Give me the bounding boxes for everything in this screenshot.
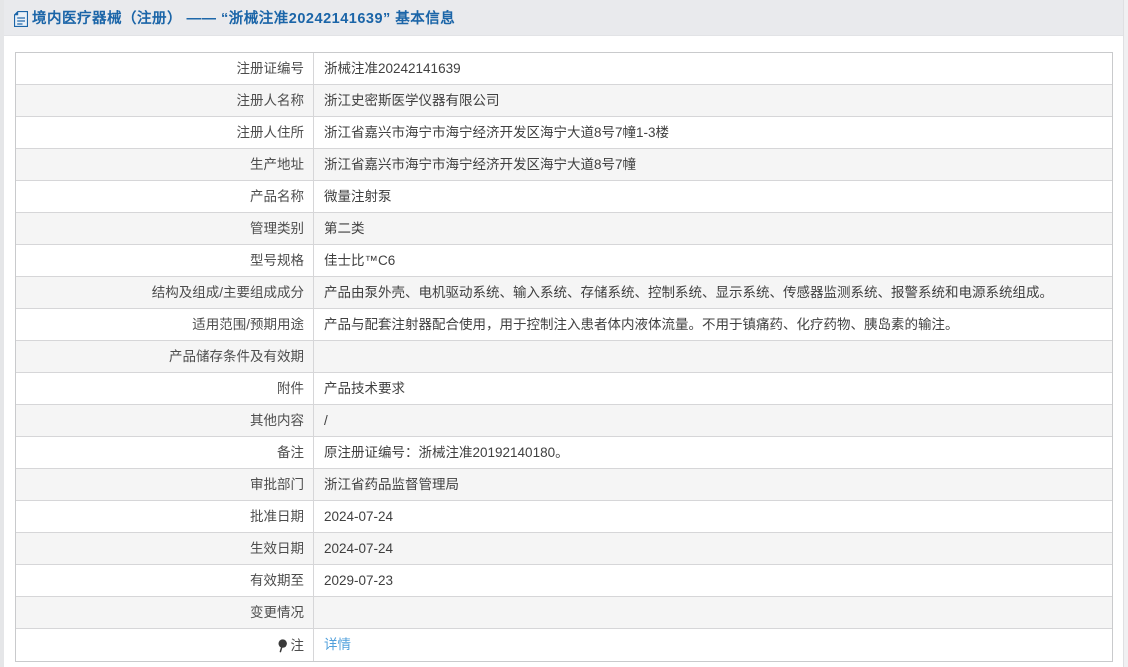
row-value: 2029-07-23 (324, 573, 394, 588)
row-label: 附件 (16, 373, 314, 404)
table-row-note: 注 详情 (16, 629, 1112, 661)
row-label: 备注 (16, 437, 314, 468)
row-label: 注 (16, 629, 314, 661)
row-label: 产品名称 (16, 181, 314, 212)
table-row-approval-date: 批准日期 2024-07-24 (16, 501, 1112, 533)
page-right-edge (1123, 0, 1128, 667)
row-value: 浙械注准20242141639 (324, 61, 461, 76)
row-label: 批准日期 (16, 501, 314, 532)
table-row-attachment: 附件 产品技术要求 (16, 373, 1112, 405)
row-label: 审批部门 (16, 469, 314, 500)
row-value (314, 341, 1112, 372)
table-row-management-class: 管理类别 第二类 (16, 213, 1112, 245)
row-value: 第二类 (324, 221, 365, 236)
table-row-reg-number: 注册证编号 浙械注准20242141639 (16, 53, 1112, 85)
row-value: 浙江史密斯医学仪器有限公司 (324, 93, 500, 108)
row-label: 型号规格 (16, 245, 314, 276)
table-row-effective-date: 生效日期 2024-07-24 (16, 533, 1112, 565)
row-label: 变更情况 (16, 597, 314, 628)
note-label: 注 (290, 637, 305, 653)
page-left-edge (0, 0, 4, 667)
row-value: / (324, 413, 328, 428)
table-row-production-address: 生产地址 浙江省嘉兴市海宁市海宁经济开发区海宁大道8号7幢 (16, 149, 1112, 181)
row-label: 注册人住所 (16, 117, 314, 148)
table-row-intended-use: 适用范围/预期用途 产品与配套注射器配合使用，用于控制注入患者体内液体流量。不用… (16, 309, 1112, 341)
row-value: 原注册证编号：浙械注准20192140180。 (324, 445, 569, 460)
row-value: 佳士比™C6 (324, 253, 396, 268)
row-label: 产品储存条件及有效期 (16, 341, 314, 372)
row-label: 注册人名称 (16, 85, 314, 116)
table-row-registrant-name: 注册人名称 浙江史密斯医学仪器有限公司 (16, 85, 1112, 117)
row-label: 有效期至 (16, 565, 314, 596)
page-title: 境内医疗器械（注册） —— “浙械注准20242141639” 基本信息 (32, 11, 456, 27)
registration-info-table: 注册证编号 浙械注准20242141639 注册人名称 浙江史密斯医学仪器有限公… (15, 52, 1113, 662)
table-row-other-content: 其他内容 / (16, 405, 1112, 437)
table-row-structure-composition: 结构及组成/主要组成成分 产品由泵外壳、电机驱动系统、输入系统、存储系统、控制系… (16, 277, 1112, 309)
row-value: 浙江省嘉兴市海宁市海宁经济开发区海宁大道8号7幢 (324, 157, 637, 172)
row-value: 微量注射泵 (324, 189, 392, 204)
row-value: 产品技术要求 (324, 381, 405, 396)
row-value: 产品由泵外壳、电机驱动系统、输入系统、存储系统、控制系统、显示系统、传感器监测系… (324, 285, 1053, 300)
note-detail-link[interactable]: 详情 (324, 637, 351, 652)
row-label: 生产地址 (16, 149, 314, 180)
row-value (314, 597, 1112, 628)
row-value: 浙江省药品监督管理局 (324, 477, 459, 492)
row-label: 结构及组成/主要组成成分 (16, 277, 314, 308)
table-row-product-name: 产品名称 微量注射泵 (16, 181, 1112, 213)
row-value: 2024-07-24 (324, 541, 394, 556)
row-value: 浙江省嘉兴市海宁市海宁经济开发区海宁大道8号7幢1-3楼 (324, 125, 670, 140)
row-label: 适用范围/预期用途 (16, 309, 314, 340)
note-balloon-icon (277, 639, 288, 653)
row-label: 注册证编号 (16, 53, 314, 84)
page-header-bar: 境内医疗器械（注册） —— “浙械注准20242141639” 基本信息 (4, 0, 1124, 36)
row-label: 生效日期 (16, 533, 314, 564)
row-value: 产品与配套注射器配合使用，用于控制注入患者体内液体流量。不用于镇痛药、化疗药物、… (324, 317, 959, 332)
document-icon (14, 10, 28, 27)
row-value: 2024-07-24 (324, 509, 394, 524)
row-label: 其他内容 (16, 405, 314, 436)
table-row-storage-validity: 产品储存条件及有效期 (16, 341, 1112, 373)
table-row-model-spec: 型号规格 佳士比™C6 (16, 245, 1112, 277)
table-row-registrant-address: 注册人住所 浙江省嘉兴市海宁市海宁经济开发区海宁大道8号7幢1-3楼 (16, 117, 1112, 149)
table-row-remark: 备注 原注册证编号：浙械注准20192140180。 (16, 437, 1112, 469)
table-row-change-status: 变更情况 (16, 597, 1112, 629)
row-value: 详情 (314, 629, 1112, 661)
row-label: 管理类别 (16, 213, 314, 244)
table-row-expiry-date: 有效期至 2029-07-23 (16, 565, 1112, 597)
table-row-approval-department: 审批部门 浙江省药品监督管理局 (16, 469, 1112, 501)
